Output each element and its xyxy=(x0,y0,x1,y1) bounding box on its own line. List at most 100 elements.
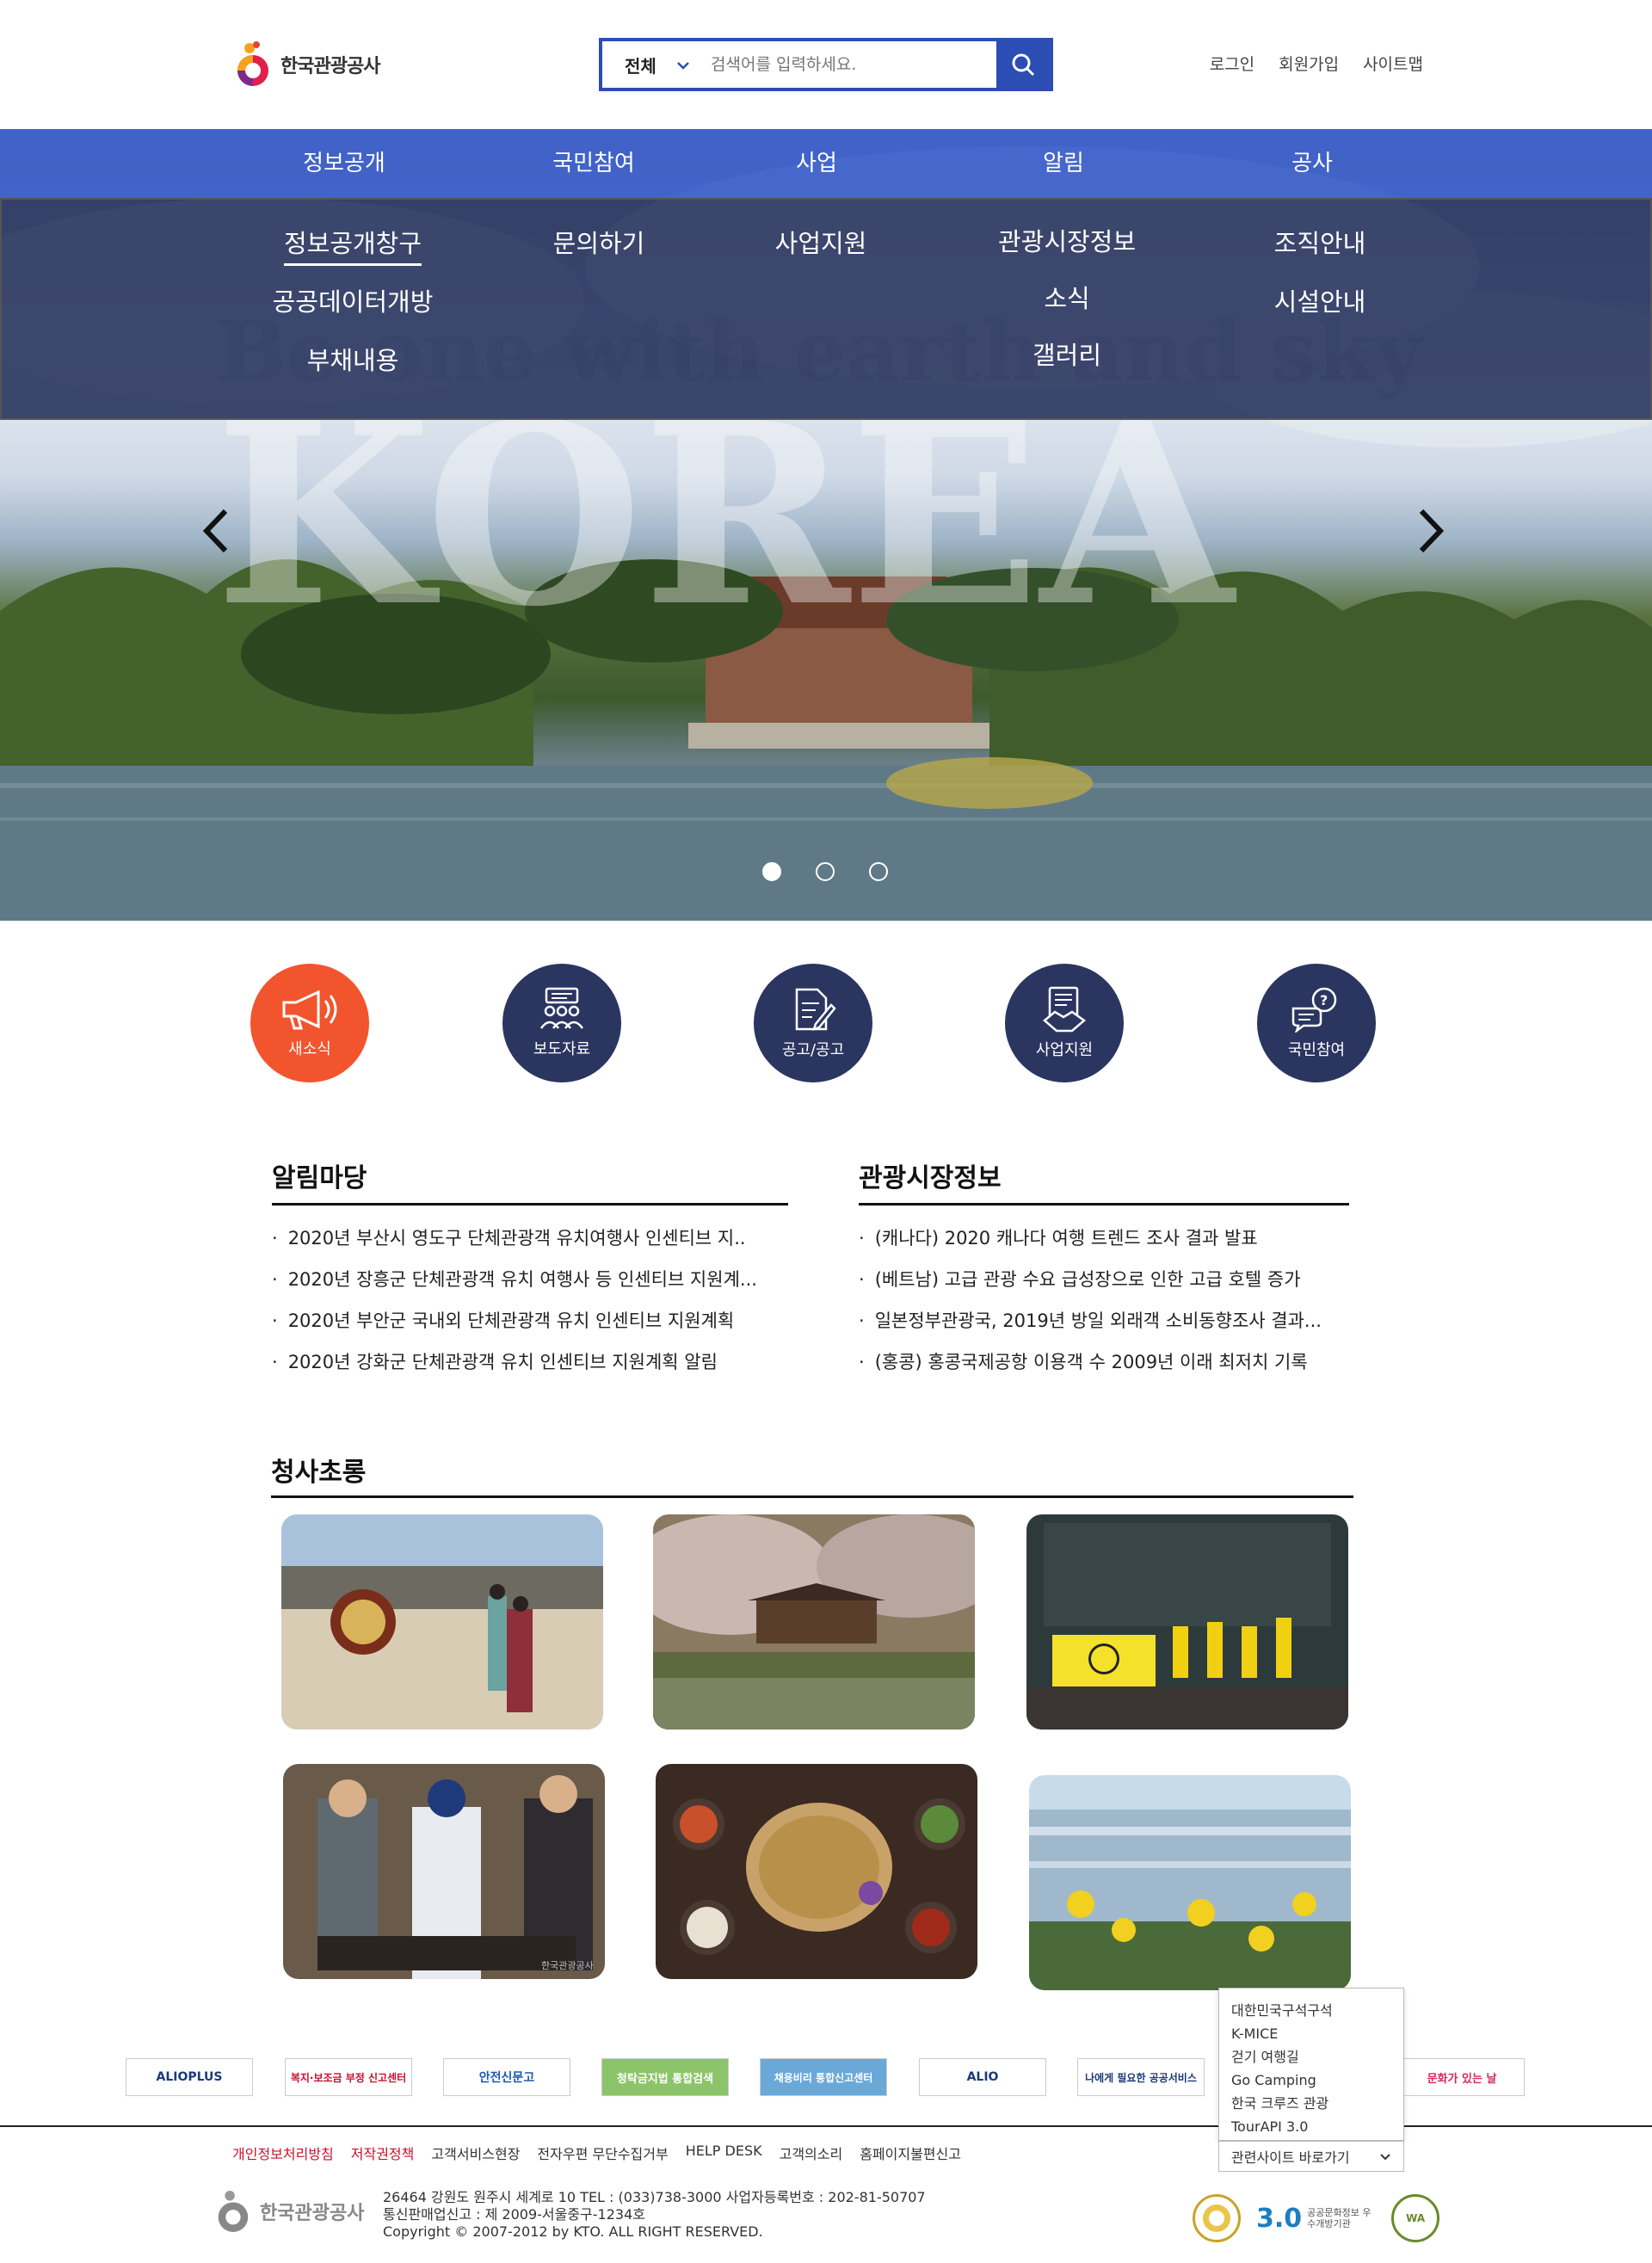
submenu-open-data[interactable]: 공공데이터개방 xyxy=(273,282,434,318)
quick-business-button[interactable]: 사업지원 xyxy=(1005,964,1124,1082)
related-site-option[interactable]: 한국 크루즈 관광 xyxy=(1231,2092,1391,2115)
list-item[interactable]: 2020년 장흥군 단체관광객 유치 여행사 등 인센티브 지원계... xyxy=(272,1259,788,1300)
nav-corporation[interactable]: 공사 xyxy=(1291,129,1333,198)
gallery-photo-drum-ceremony[interactable] xyxy=(281,1514,603,1730)
notice-list: 2020년 부산시 영도구 단체관광객 유치여행사 인센티브 지.. 2020년… xyxy=(272,1218,788,1383)
related-sites-select-label: 관련사이트 바로가기 xyxy=(1231,2149,1350,2166)
gallery-photo-hanok-garden[interactable] xyxy=(653,1514,975,1730)
nav-business[interactable]: 사업 xyxy=(796,129,837,198)
search-category-select[interactable]: 전체 xyxy=(602,41,706,88)
banner-alio[interactable]: ALIO xyxy=(919,2058,1046,2096)
list-item[interactable]: 일본정부관광국, 2019년 방일 외래객 소비동향조사 결과... xyxy=(859,1300,1353,1341)
help-desk-link[interactable]: HELP DESK xyxy=(686,2143,762,2163)
hero-prev-button[interactable] xyxy=(201,508,236,559)
market-info-board: 관광시장정보 (캐나다) 2020 캐나다 여행 트렌드 조사 결과 발표 (베… xyxy=(859,1156,1353,1383)
footer-address: 26464 강원도 원주시 세계로 10 TEL : (033)738-3000… xyxy=(383,2189,926,2205)
banner-anti-graft[interactable]: 청탁금지법 통합검색 xyxy=(601,2058,729,2096)
quick-news-button[interactable]: 새소식 xyxy=(250,964,369,1082)
customer-voice-link[interactable]: 고객의소리 xyxy=(780,2143,843,2163)
quick-announcement-button[interactable]: 공고/공고 xyxy=(754,964,872,1082)
list-item[interactable]: 2020년 부산시 영도구 단체관광객 유치여행사 인센티브 지.. xyxy=(272,1218,788,1259)
hero-dot-3[interactable] xyxy=(869,862,888,881)
open-data-badge: 3.0 공공문화정보 우수개방기관 xyxy=(1256,2204,1376,2234)
list-item[interactable]: (홍콩) 홍콩국제공항 이용객 수 2009년 이래 최저치 기록 xyxy=(859,1341,1353,1383)
svg-text:?: ? xyxy=(1320,992,1328,1008)
related-site-option[interactable]: 걷기 여행길 xyxy=(1231,2045,1391,2069)
submenu-debt[interactable]: 부채내용 xyxy=(307,341,399,377)
kto-logo-icon xyxy=(231,40,274,89)
hero-next-button[interactable] xyxy=(1416,508,1451,559)
gallery-photo-tea-ceremony[interactable]: 한국관광공사 xyxy=(283,1764,605,1979)
certification-marks: 3.0 공공문화정보 우수개방기관 WA xyxy=(1193,2194,1440,2242)
hero-pagination xyxy=(762,862,888,881)
notice-board-title[interactable]: 알림마당 xyxy=(272,1156,788,1205)
banner-public-service[interactable]: 나에게 필요한 공공서비스 xyxy=(1077,2058,1205,2096)
list-item[interactable]: (베트남) 고급 관광 수요 급성장으로 인한 고급 호텔 증가 xyxy=(859,1259,1353,1300)
submenu-gallery[interactable]: 갤러리 xyxy=(1032,336,1101,372)
gallery-title[interactable]: 청사초롱 xyxy=(271,1451,1353,1498)
main-nav: 정보공개 국민참여 사업 알림 공사 xyxy=(0,129,1652,198)
submenu-business-support[interactable]: 사업지원 xyxy=(775,224,867,260)
hero-dot-2[interactable] xyxy=(816,862,835,881)
related-site-option[interactable]: 대한민국구석구석 xyxy=(1231,1999,1391,2022)
gallery-photo-concert[interactable] xyxy=(1026,1514,1348,1730)
list-item[interactable]: 2020년 부안군 국내외 단체관광객 유치 인센티브 지원계획 xyxy=(272,1300,788,1341)
banner-welfare-fraud[interactable]: 복지·보조금 부정 신고센터 xyxy=(285,2058,412,2096)
quick-business-label: 사업지원 xyxy=(1035,1041,1094,1059)
related-sites-dropdown-list: 대한민국구석구석 K-MICE 걷기 여행길 Go Camping 한국 크루즈… xyxy=(1218,1988,1404,2141)
nav-notice[interactable]: 알림 xyxy=(1043,129,1084,198)
related-site-option[interactable]: Go Camping xyxy=(1231,2069,1391,2092)
utility-nav: 로그인 회원가입 사이트맵 xyxy=(1210,52,1423,75)
quick-announcement-label: 공고/공고 xyxy=(781,1041,845,1059)
web-accessibility-badge: WA xyxy=(1391,2194,1440,2242)
hero-dot-1[interactable] xyxy=(762,862,781,881)
quick-press-button[interactable]: 보도자료 xyxy=(502,964,621,1082)
submenu-organization[interactable]: 조직안내 xyxy=(1274,224,1366,260)
list-item[interactable]: (캐나다) 2020 캐나다 여행 트렌드 조사 결과 발표 xyxy=(859,1218,1353,1259)
chevron-down-icon xyxy=(1380,2153,1390,2160)
site-complaint-link[interactable]: 홈페이지불편신고 xyxy=(860,2143,961,2163)
signup-link[interactable]: 회원가입 xyxy=(1279,52,1339,75)
search-category-label: 전체 xyxy=(625,55,656,77)
submenu-info-window[interactable]: 정보공개창구 xyxy=(283,224,422,266)
mega-menu: 정보공개창구 공공데이터개방 부채내용 문의하기 사업지원 관광시장정보 소식 … xyxy=(0,198,1652,420)
email-refusal-link[interactable]: 전자우편 무단수집거부 xyxy=(537,2143,668,2163)
search-button[interactable] xyxy=(996,41,1050,88)
banner-hiring-fraud[interactable]: 채용비리 통합신고센터 xyxy=(760,2058,887,2096)
banner-safety-report[interactable]: 안전신문고 xyxy=(443,2058,570,2096)
quick-press-label: 보도자료 xyxy=(533,1040,591,1058)
related-site-option[interactable]: TourAPI 3.0 xyxy=(1231,2115,1391,2138)
megaphone-icon xyxy=(282,990,337,1030)
submenu-facilities[interactable]: 시설안내 xyxy=(1274,282,1366,318)
search-icon xyxy=(1012,53,1035,77)
related-site-option[interactable]: K-MICE xyxy=(1231,2022,1391,2045)
banner-culture-day[interactable]: 문화가 있는 날 xyxy=(1399,2058,1525,2096)
submenu-news[interactable]: 소식 xyxy=(1044,279,1089,315)
quick-participation-button[interactable]: ? 국민참여 xyxy=(1257,964,1376,1082)
open-data-badge-label: 공공문화정보 우수개방기관 xyxy=(1307,2207,1372,2229)
search-bar: 전체 xyxy=(599,38,1053,91)
customer-charter-link[interactable]: 고객서비스현장 xyxy=(431,2143,520,2163)
list-item[interactable]: 2020년 강화군 단체관광객 유치 인센티브 지원계획 알림 xyxy=(272,1341,788,1383)
related-sites-select[interactable]: 관련사이트 바로가기 xyxy=(1218,2141,1404,2172)
banner-alioplus[interactable]: ALIOPLUS xyxy=(126,2058,253,2096)
submenu-market-info[interactable]: 관광시장정보 xyxy=(998,222,1136,258)
submenu-inquiry[interactable]: 문의하기 xyxy=(553,224,645,260)
chat-question-icon: ? xyxy=(1291,987,1337,1033)
search-input[interactable] xyxy=(706,41,996,88)
gallery-photo-korean-food[interactable] xyxy=(656,1764,977,1979)
sitemap-link[interactable]: 사이트맵 xyxy=(1363,52,1423,75)
privacy-policy-link[interactable]: 개인정보처리방침 xyxy=(232,2143,334,2163)
site-logo[interactable]: 한국관광공사 xyxy=(231,40,380,89)
copyright-policy-link[interactable]: 저작권정책 xyxy=(351,2143,415,2163)
login-link[interactable]: 로그인 xyxy=(1210,52,1254,75)
nav-participation[interactable]: 국민참여 xyxy=(552,129,635,198)
footer-links: 개인정보처리방침 저작권정책 고객서비스현장 전자우편 무단수집거부 HELP … xyxy=(232,2143,961,2163)
gallery-photo-daffodils-sea[interactable] xyxy=(1029,1775,1351,1990)
nav-info-disclosure[interactable]: 정보공개 xyxy=(303,129,385,198)
logo-text: 한국관광공사 xyxy=(280,56,380,77)
footer-info: 26464 강원도 원주시 세계로 10 TEL : (033)738-3000… xyxy=(383,2189,926,2241)
kto-logo-gray-icon xyxy=(218,2191,249,2232)
footer-mail-order: 통신판매업신고 : 제 2009-서울중구-1234호 xyxy=(383,2206,645,2223)
market-board-title[interactable]: 관광시장정보 xyxy=(859,1156,1349,1205)
